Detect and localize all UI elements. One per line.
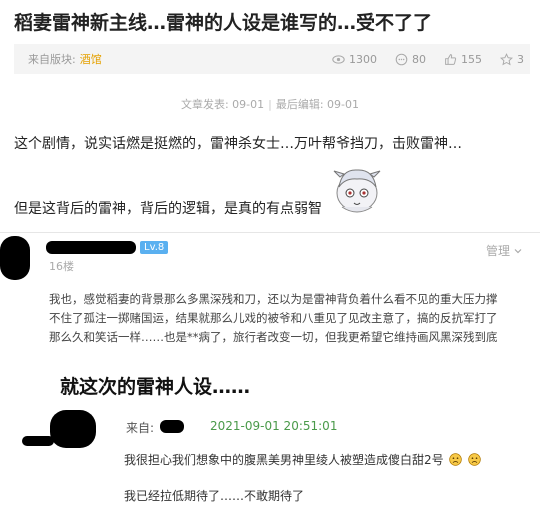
views-count: 1300 bbox=[349, 52, 377, 66]
comment-text: 我很担心我们想象中的腹黑美男神里绫人被塑造成傻白甜2号 bbox=[124, 453, 444, 467]
source-label: 来自版块: bbox=[28, 53, 76, 66]
redacted-avatar bbox=[50, 410, 96, 448]
comment-line-1: 我很担心我们想象中的腹黑美男神里绫人被塑造成傻白甜2号 bbox=[124, 451, 482, 468]
date-separator: | bbox=[268, 98, 272, 111]
frown-emoji-icon bbox=[468, 453, 482, 466]
from-label: 来自: bbox=[126, 421, 155, 435]
post-title: 稻妻雷神新主线…雷神的人设是谁写的…受不了了 bbox=[14, 12, 433, 34]
likes-count: 155 bbox=[461, 52, 482, 66]
post-body-line-2: 但是这背后的雷神，背后的逻辑，是真的有点弱智 bbox=[14, 201, 322, 217]
floor-number: 16楼 bbox=[49, 260, 74, 273]
reply-line-2: 不住了孤注一掷赌国运，结果就那么儿戏的被爷和八重见了见改主意了，搞的反抗军打了 bbox=[49, 311, 498, 325]
manage-label: 管理 bbox=[486, 244, 511, 258]
source-tag-link[interactable]: 酒馆 bbox=[80, 51, 102, 67]
comment-icon bbox=[395, 53, 408, 65]
manage-dropdown[interactable]: 管理 bbox=[486, 242, 523, 259]
published-date: 文章发表: 09-01 bbox=[180, 98, 265, 111]
comment-timestamp: 2021-09-01 20:51:01 bbox=[210, 419, 338, 433]
caption-text: 就这次的雷神人设…… bbox=[60, 376, 251, 398]
thumbs-up-icon bbox=[445, 53, 457, 65]
frown-emoji-icon bbox=[449, 453, 463, 466]
stars-count: 3 bbox=[517, 52, 524, 66]
redacted-username bbox=[46, 241, 136, 254]
edited-date: 最后编辑: 09-01 bbox=[275, 98, 360, 111]
comment-line-2: 我已经拉低期待了……不敢期待了 bbox=[124, 489, 305, 503]
reply-line-3: 那么久和笑话一样……也是**病了，旅行者改变一切，但我更希望它维持画风黑深残到底 bbox=[49, 330, 498, 344]
chevron-down-icon bbox=[514, 248, 522, 253]
post-dates: 文章发表: 09-01 | 最后编辑: 09-01 bbox=[0, 96, 540, 112]
eye-icon bbox=[332, 54, 345, 64]
stars-stat[interactable]: 3 bbox=[500, 53, 524, 66]
post-body-line-1: 这个剧情，说实话燃是挺燃的，雷神杀女士…万叶帮爷挡刀，击败雷神… bbox=[14, 136, 462, 152]
star-icon bbox=[500, 52, 513, 65]
redacted-source bbox=[160, 420, 184, 433]
post-stats: 1300 80 155 3 bbox=[332, 53, 524, 66]
redacted-avatar bbox=[0, 236, 30, 280]
redacted-username bbox=[22, 436, 54, 446]
post-meta-bar: 来自版块: 酒馆 1300 80 155 3 bbox=[14, 44, 530, 74]
anime-sticker-image bbox=[333, 169, 381, 213]
likes-stat[interactable]: 155 bbox=[444, 53, 482, 66]
comments-count: 80 bbox=[412, 52, 426, 66]
reply-text: 我也，感觉稻妻的背景那么多黑深残和刀，还以为是雷神背负着什么看不见的重大压力撑 … bbox=[49, 290, 531, 347]
reply-line-1: 我也，感觉稻妻的背景那么多黑深残和刀，还以为是雷神背负着什么看不见的重大压力撑 bbox=[49, 292, 498, 306]
views-stat: 1300 bbox=[332, 53, 377, 66]
comments-stat[interactable]: 80 bbox=[395, 53, 426, 66]
divider bbox=[0, 232, 540, 233]
level-badge: Lv.8 bbox=[140, 241, 169, 254]
